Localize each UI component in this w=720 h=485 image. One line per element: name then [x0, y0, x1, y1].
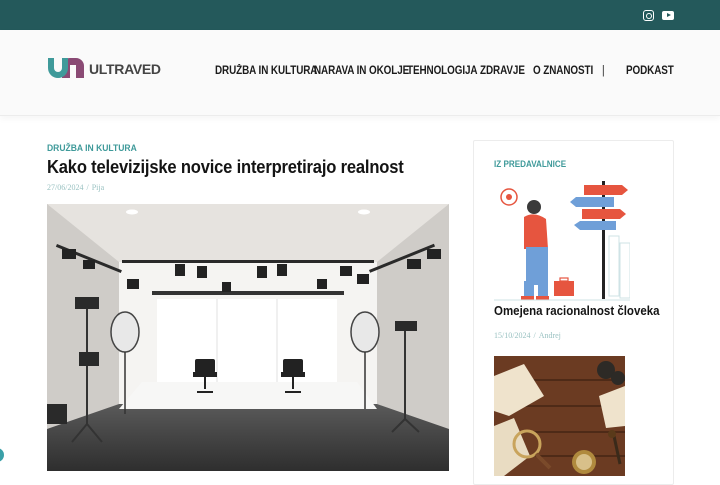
- article-hero-image[interactable]: [47, 204, 449, 471]
- nav-item-o-znanosti[interactable]: O ZNANOSTI: [533, 65, 593, 77]
- decision-illustration[interactable]: [494, 181, 631, 303]
- sidebar-label: IZ PREDAVALNICE: [494, 159, 567, 169]
- logo-text: ULTRAVED: [89, 61, 161, 77]
- article-date: 27/06/2024: [47, 183, 84, 192]
- sidebar-post-image[interactable]: [494, 356, 625, 476]
- article-meta: 27/06/2024/Pija: [47, 183, 104, 192]
- nav-item-zdravje[interactable]: ZDRAVJE: [480, 65, 525, 77]
- nav-item-podkast[interactable]: PODKAST: [626, 65, 674, 77]
- logo-mark-icon: [48, 58, 88, 80]
- meta-separator: /: [533, 331, 536, 340]
- nav-item-druzba-in-kultura[interactable]: DRUŽBA IN KULTURA: [215, 65, 317, 77]
- nav-item-narava-in-okolje[interactable]: NARAVA IN OKOLJE: [314, 65, 409, 77]
- nav-item-tehnologija[interactable]: TEHNOLOGIJA: [407, 65, 478, 77]
- article-category[interactable]: DRUŽBA IN KULTURA: [47, 143, 137, 154]
- sidebar-post-date: 15/10/2024: [494, 331, 531, 340]
- nav-divider: |: [602, 65, 605, 77]
- article-title[interactable]: Kako televizijske novice interpretirajo …: [47, 157, 404, 178]
- floating-widget-tab[interactable]: [0, 448, 4, 462]
- article-author[interactable]: Pija: [92, 183, 104, 192]
- sidebar-post-author[interactable]: Andrej: [539, 331, 561, 340]
- top-bar: [0, 0, 720, 30]
- sidebar-post-meta: 15/10/2024/Andrej: [494, 331, 561, 340]
- sidebar-post-title[interactable]: Omejena racionalnost človeka: [494, 304, 660, 318]
- instagram-icon[interactable]: [643, 10, 654, 21]
- sidebar-widget: IZ PREDAVALNICE Omejena racionalnost člo…: [473, 140, 674, 485]
- youtube-icon[interactable]: [662, 11, 674, 20]
- meta-separator: /: [86, 183, 89, 192]
- site-logo[interactable]: ULTRAVED: [48, 58, 161, 80]
